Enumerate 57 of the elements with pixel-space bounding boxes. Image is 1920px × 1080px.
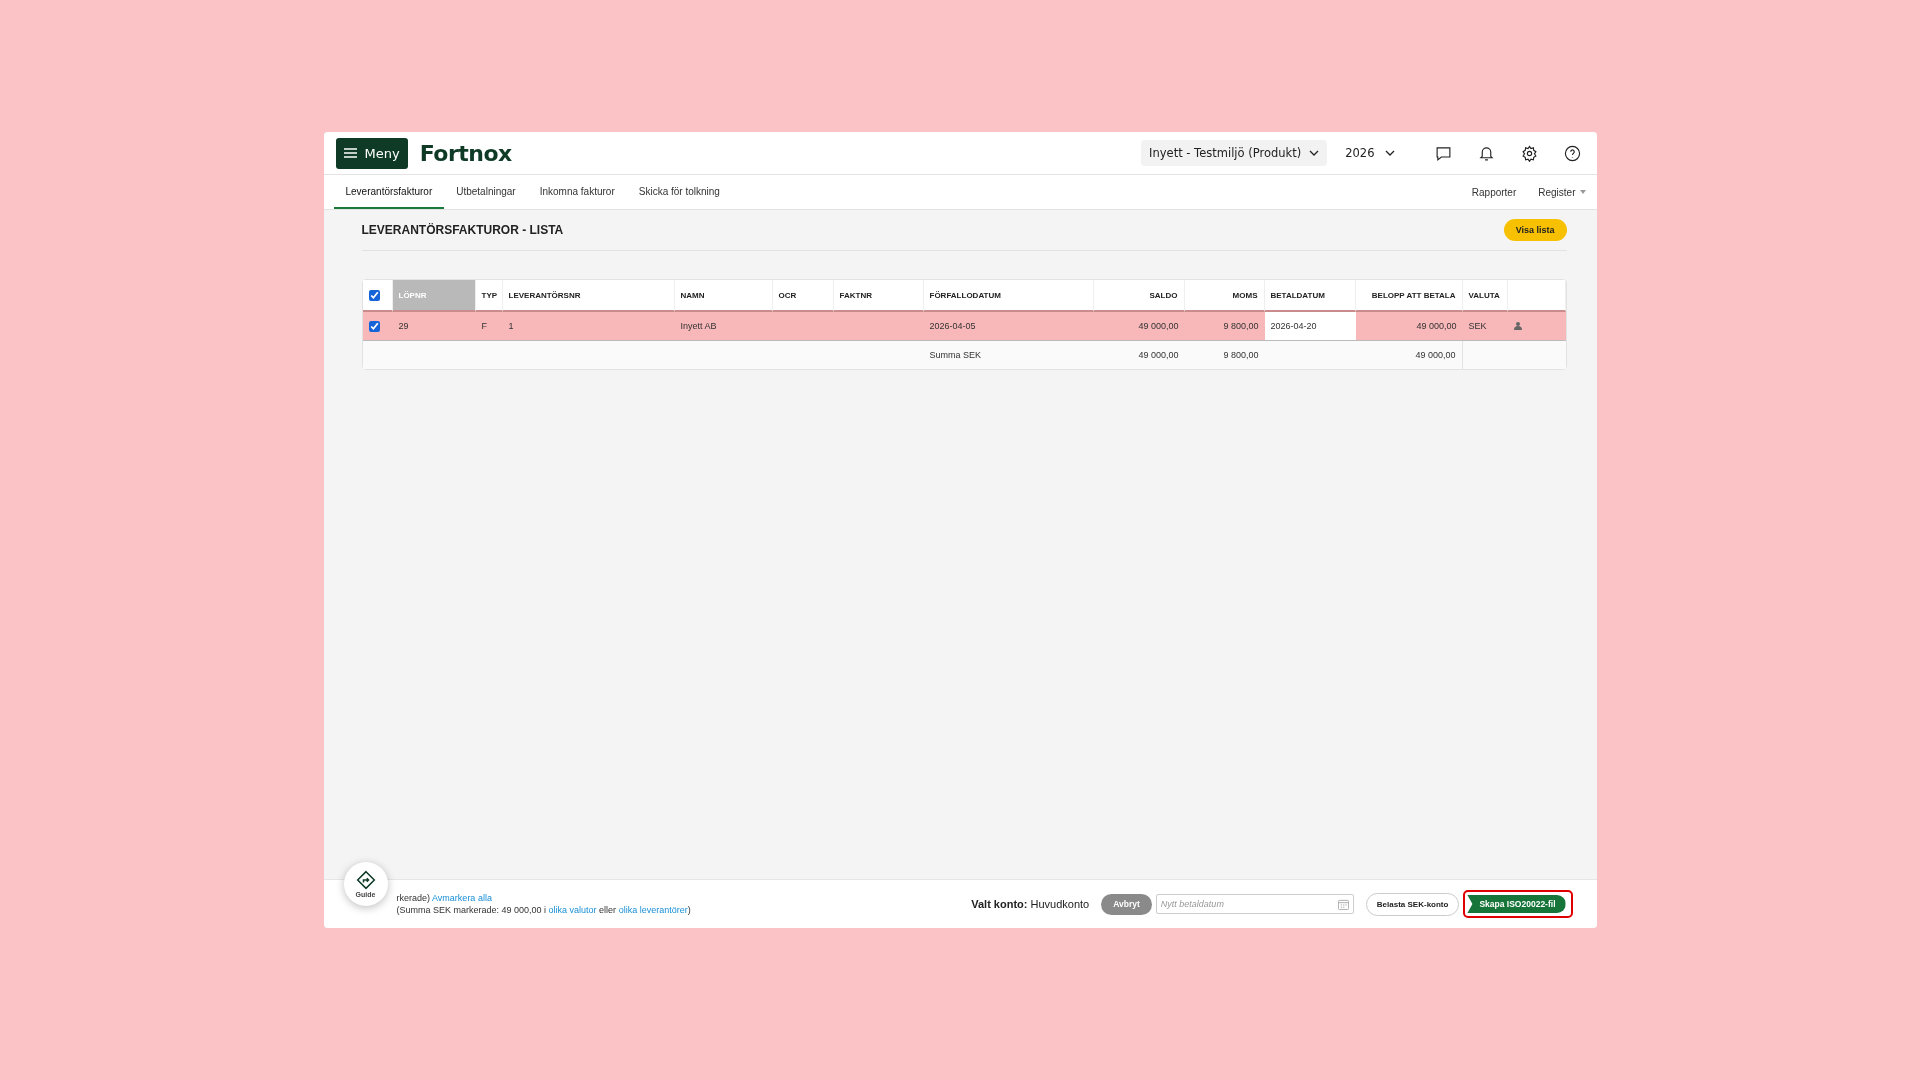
- logo: Fortnox: [419, 140, 512, 166]
- chevron-down-icon: [1384, 150, 1395, 156]
- column-header[interactable]: LEVERANTÖRSNR: [502, 280, 675, 312]
- column-header[interactable]: FÖRFALLODATUM: [923, 280, 1094, 312]
- total-cell: Summa SEK: [923, 341, 1094, 369]
- table-cell: F: [475, 312, 503, 341]
- account-label: Valt konto: Huvudkonto: [971, 898, 1090, 910]
- year-dropdown[interactable]: 2026: [1339, 145, 1401, 161]
- table-cell: 49 000,00: [1355, 312, 1463, 341]
- chevron-down-icon: [1309, 150, 1320, 156]
- total-cell: 49 000,00: [1355, 341, 1463, 369]
- total-cell: 49 000,00: [1093, 341, 1185, 369]
- menu-icon: [343, 148, 357, 158]
- nav-link[interactable]: Rapporter: [1460, 175, 1528, 209]
- column-header[interactable]: FAKTNR: [833, 280, 924, 312]
- page-title: LEVERANTÖRSFAKTUROR - LISTA: [361, 223, 564, 237]
- table-cell: SEK: [1462, 312, 1508, 341]
- table-cell: 29: [392, 312, 476, 341]
- total-cell: 9 800,00: [1184, 341, 1265, 369]
- column-header[interactable]: MOMS: [1184, 280, 1265, 312]
- chat-icon: [1434, 144, 1452, 162]
- menu-button[interactable]: Meny: [335, 137, 408, 169]
- row-checkbox[interactable]: [368, 320, 380, 332]
- table-cell: 1: [502, 312, 675, 341]
- table-cell: 2026-04-05: [923, 312, 1094, 341]
- nav-tab[interactable]: Inkomna fakturor: [527, 175, 627, 209]
- column-header[interactable]: SALDO: [1093, 280, 1185, 312]
- person-icon: [1513, 322, 1522, 330]
- selection-text: rkerade) Avmarkera alla: [396, 893, 493, 903]
- bell-icon: [1477, 144, 1495, 162]
- column-header[interactable]: OCR: [772, 280, 834, 312]
- column-header[interactable]: BETALDATUM: [1264, 280, 1356, 312]
- company-dropdown[interactable]: Inyett - Testmiljö (Produkt): [1141, 140, 1328, 166]
- show-list-button[interactable]: Visa lista: [1503, 219, 1567, 241]
- column-header[interactable]: BELOPP ATT BETALA: [1355, 280, 1463, 312]
- summary-link[interactable]: olika valutor: [548, 905, 597, 915]
- table-cell: Inyett AB: [674, 312, 773, 341]
- summary-link[interactable]: olika leverantörer: [618, 905, 688, 915]
- caret-icon: [1579, 190, 1586, 194]
- table-cell: 49 000,00: [1093, 312, 1185, 341]
- nav-link[interactable]: Register: [1527, 175, 1597, 209]
- column-header[interactable]: VALUTA: [1462, 280, 1508, 312]
- nav-tab[interactable]: Leverantörsfakturor: [333, 175, 445, 209]
- select-all-checkbox[interactable]: [368, 289, 380, 301]
- date-field[interactable]: Nytt betaldatum: [1155, 894, 1354, 914]
- charge-account-button[interactable]: Belasta SEK-konto: [1365, 892, 1460, 916]
- table-cell: 9 800,00: [1184, 312, 1265, 341]
- deselect-link[interactable]: Avmarkera alla: [432, 893, 492, 903]
- settings-icon: [1520, 144, 1538, 162]
- signpost-icon: [355, 870, 376, 890]
- selection-summary: (Summa SEK markerade: 49 000,00 i olika valutor eller olika leverantörer): [396, 905, 691, 915]
- column-header[interactable]: TYP: [475, 280, 503, 312]
- nav-tab[interactable]: Skicka för tolkning: [626, 175, 732, 209]
- column-header[interactable]: NAMN: [674, 280, 773, 312]
- create-file-button[interactable]: Skapa ISO20022-fil: [1467, 895, 1566, 913]
- help-icon: [1563, 144, 1581, 162]
- nav-tab[interactable]: Utbetalningar: [444, 175, 528, 209]
